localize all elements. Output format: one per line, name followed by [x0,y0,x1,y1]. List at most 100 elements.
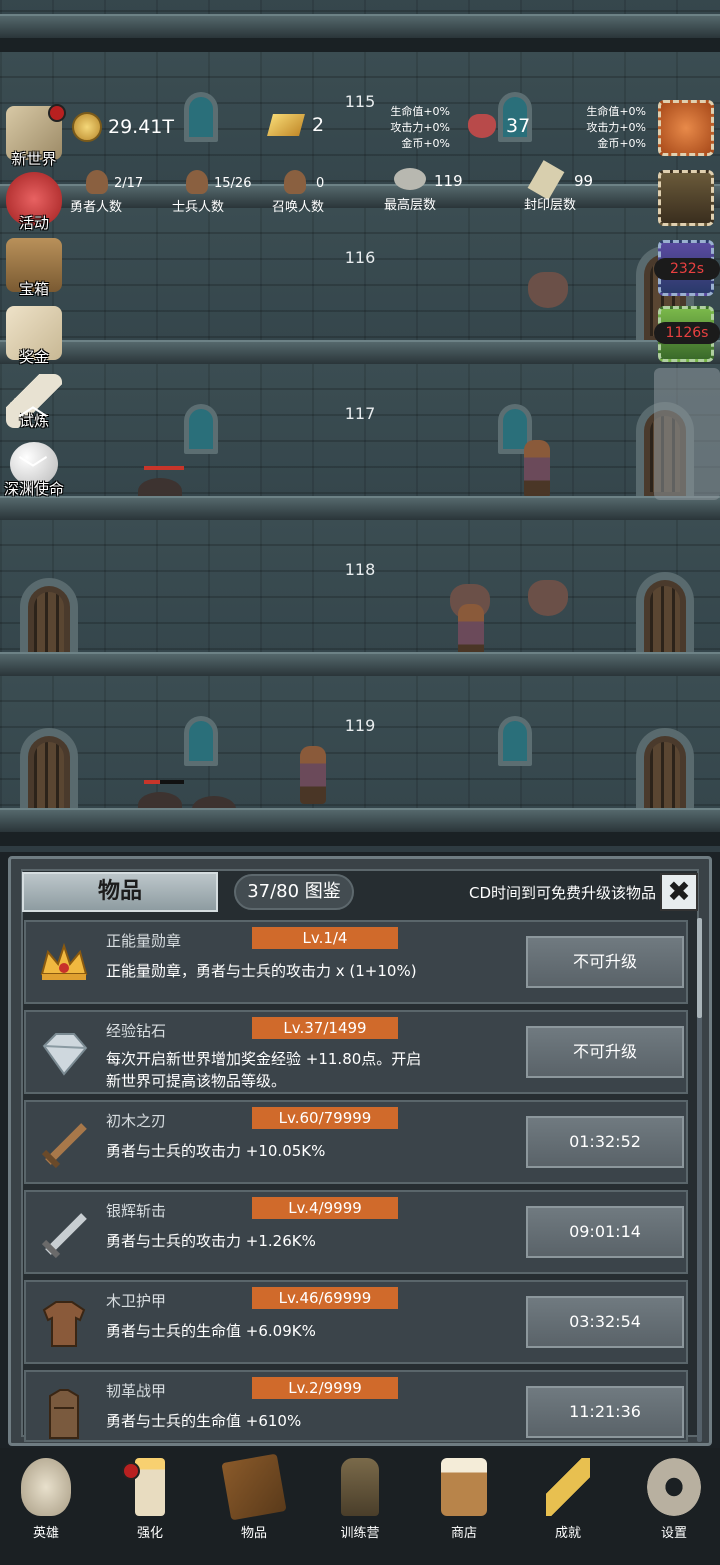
item-upgrade-button[interactable]: 03:32:54 [526,1296,684,1348]
key-icon [546,1458,590,1516]
cd-tip: CD时间到可免费升级该物品 [468,884,656,902]
item-desc: 勇者与士兵的攻击力 +1.26K% [106,1232,316,1250]
skull-icon [21,1458,71,1516]
gold-bar-value: 2 [312,114,325,136]
item-level: Lv.4/9999 [252,1197,398,1219]
item-desc: 勇者与士兵的生命值 +610% [106,1412,302,1430]
book-icon [221,1453,287,1521]
nav-label: 训练营 [340,1526,380,1541]
nav-settings[interactable]: 设置 [634,1454,714,1541]
item-desc: 勇者与士兵的攻击力 +10.05K% [106,1142,326,1160]
pumpkin-buff-icon[interactable] [658,100,714,156]
sealed-floor-value: 99 [574,172,594,190]
window [184,92,218,142]
crown-medal-icon [34,934,94,994]
item-row: 木卫护甲 Lv.46/69999 勇者与士兵的生命值 +6.09K% 03:32… [24,1280,688,1364]
item-upgrade-button[interactable]: 11:21:36 [526,1386,684,1438]
nav-label: 商店 [450,1526,477,1541]
soldier-count: 15/26 [214,176,252,191]
sealed-floor-label: 封印层数 [524,198,577,213]
nav-shop[interactable]: 商店 [424,1454,504,1541]
item-upgrade-button[interactable]: 不可升级 [526,936,684,988]
hero-character [524,440,550,498]
tab-items[interactable]: 物品 [22,872,218,912]
hero-character [300,746,326,804]
buff-timer: 232s [654,258,720,280]
floor-top-partial [0,0,720,52]
scroll-up-button[interactable]: ︿ [0,380,66,424]
bat-enemy [528,580,568,616]
max-floor-label: 最高层数 [384,198,437,213]
item-row: 银辉斩击 Lv.4/9999 勇者与士兵的攻击力 +1.26K% 09:01:1… [24,1190,688,1274]
close-button[interactable]: ✖ [660,873,698,911]
item-desc: 勇者与士兵的生命值 +6.09K% [106,1322,316,1340]
item-name: 正能量勋章 [106,932,182,950]
nav-training[interactable]: 训练营 [320,1454,400,1541]
floor-number: 119 [344,716,376,735]
gem-icon [468,114,496,138]
floor-118: 118 [0,520,720,690]
items-scroll-thumb[interactable] [697,918,702,1018]
summon-count: 0 [316,176,325,191]
enemy-hp-bar [144,780,184,784]
floor-116: 116 [0,208,720,378]
candle-buff-icon[interactable] [658,170,714,226]
nav-achievements[interactable]: 成就 [528,1454,608,1541]
side-events[interactable]: 活动 [0,172,68,233]
buff-timer: 1126s [654,322,720,344]
max-floor-value: 119 [434,172,463,190]
coin-value: 29.41T [108,116,174,138]
item-upgrade-button[interactable]: 不可升级 [526,1026,684,1078]
bonus-hp: 生命值+0% [390,105,450,118]
item-level: Lv.60/79999 [252,1107,398,1129]
nav-label: 设置 [660,1526,687,1541]
coin-counter: 29.41T [72,112,174,142]
bat-enemy [528,272,568,308]
window [184,716,218,766]
bonus-gold: 金币+0% [401,137,450,150]
wooden-sword-icon [34,1114,94,1174]
nav-heroes[interactable]: 英雄 [6,1454,86,1541]
collection-button[interactable]: 37/80 图鉴 [234,874,354,910]
window [498,716,532,766]
item-upgrade-button[interactable]: 09:01:14 [526,1206,684,1258]
item-row: 正能量勋章 Lv.1/4 正能量勋章，勇者与士兵的攻击力 x (1+10%) 不… [24,920,688,1004]
scroll-down-button[interactable]: ﹀ [0,446,66,490]
side-treasure[interactable]: 宝箱 [0,238,68,299]
item-row: 经验钻石 Lv.37/1499 每次开启新世界增加奖金经验 +11.80点。开启… [24,1010,688,1094]
leather-armor-icon [34,1384,94,1440]
bonus-list-left: 生命值+0% 攻击力+0% 金币+0% [380,104,450,152]
item-row: 初木之刃 Lv.60/79999 勇者与士兵的攻击力 +10.05K% 01:3… [24,1100,688,1184]
gold-bar-icon [267,114,305,136]
item-name: 初木之刃 [106,1112,167,1130]
enemy-hp-bar [144,466,184,470]
bonus-atk: 攻击力+0% [586,121,646,134]
floor-scroll-panel [654,368,720,500]
nav-label: 英雄 [32,1526,59,1541]
hero-count-label: 勇者人数 [70,200,123,215]
nav-label: 物品 [240,1526,267,1541]
alert-dot [48,104,66,122]
diamond-icon [34,1024,94,1084]
bonus-atk: 攻击力+0% [390,121,450,134]
nav-label: 强化 [136,1526,163,1541]
floor-117: 117 [0,364,720,534]
summon-head-icon [284,170,306,194]
nav-items[interactable]: 物品 [214,1453,294,1541]
floor-number: 117 [344,404,376,423]
item-name: 韧革战甲 [106,1382,167,1400]
soldier-head-icon [186,170,208,194]
nav-label: 成就 [554,1526,581,1541]
item-level: Lv.2/9999 [252,1377,398,1399]
bonus-hp: 生命值+0% [586,105,646,118]
item-level: Lv.46/69999 [252,1287,398,1309]
item-upgrade-button[interactable]: 01:32:52 [526,1116,684,1168]
beer-mug-icon [441,1458,487,1516]
side-bonus[interactable]: 奖金 [0,306,68,367]
gem-value: 37 [506,115,531,137]
lantern-icon [341,1458,379,1516]
hero-count: 2/17 [114,176,144,191]
side-label: 新世界 [11,150,57,168]
bonus-gold: 金币+0% [597,137,646,150]
side-label: 宝箱 [18,280,49,298]
